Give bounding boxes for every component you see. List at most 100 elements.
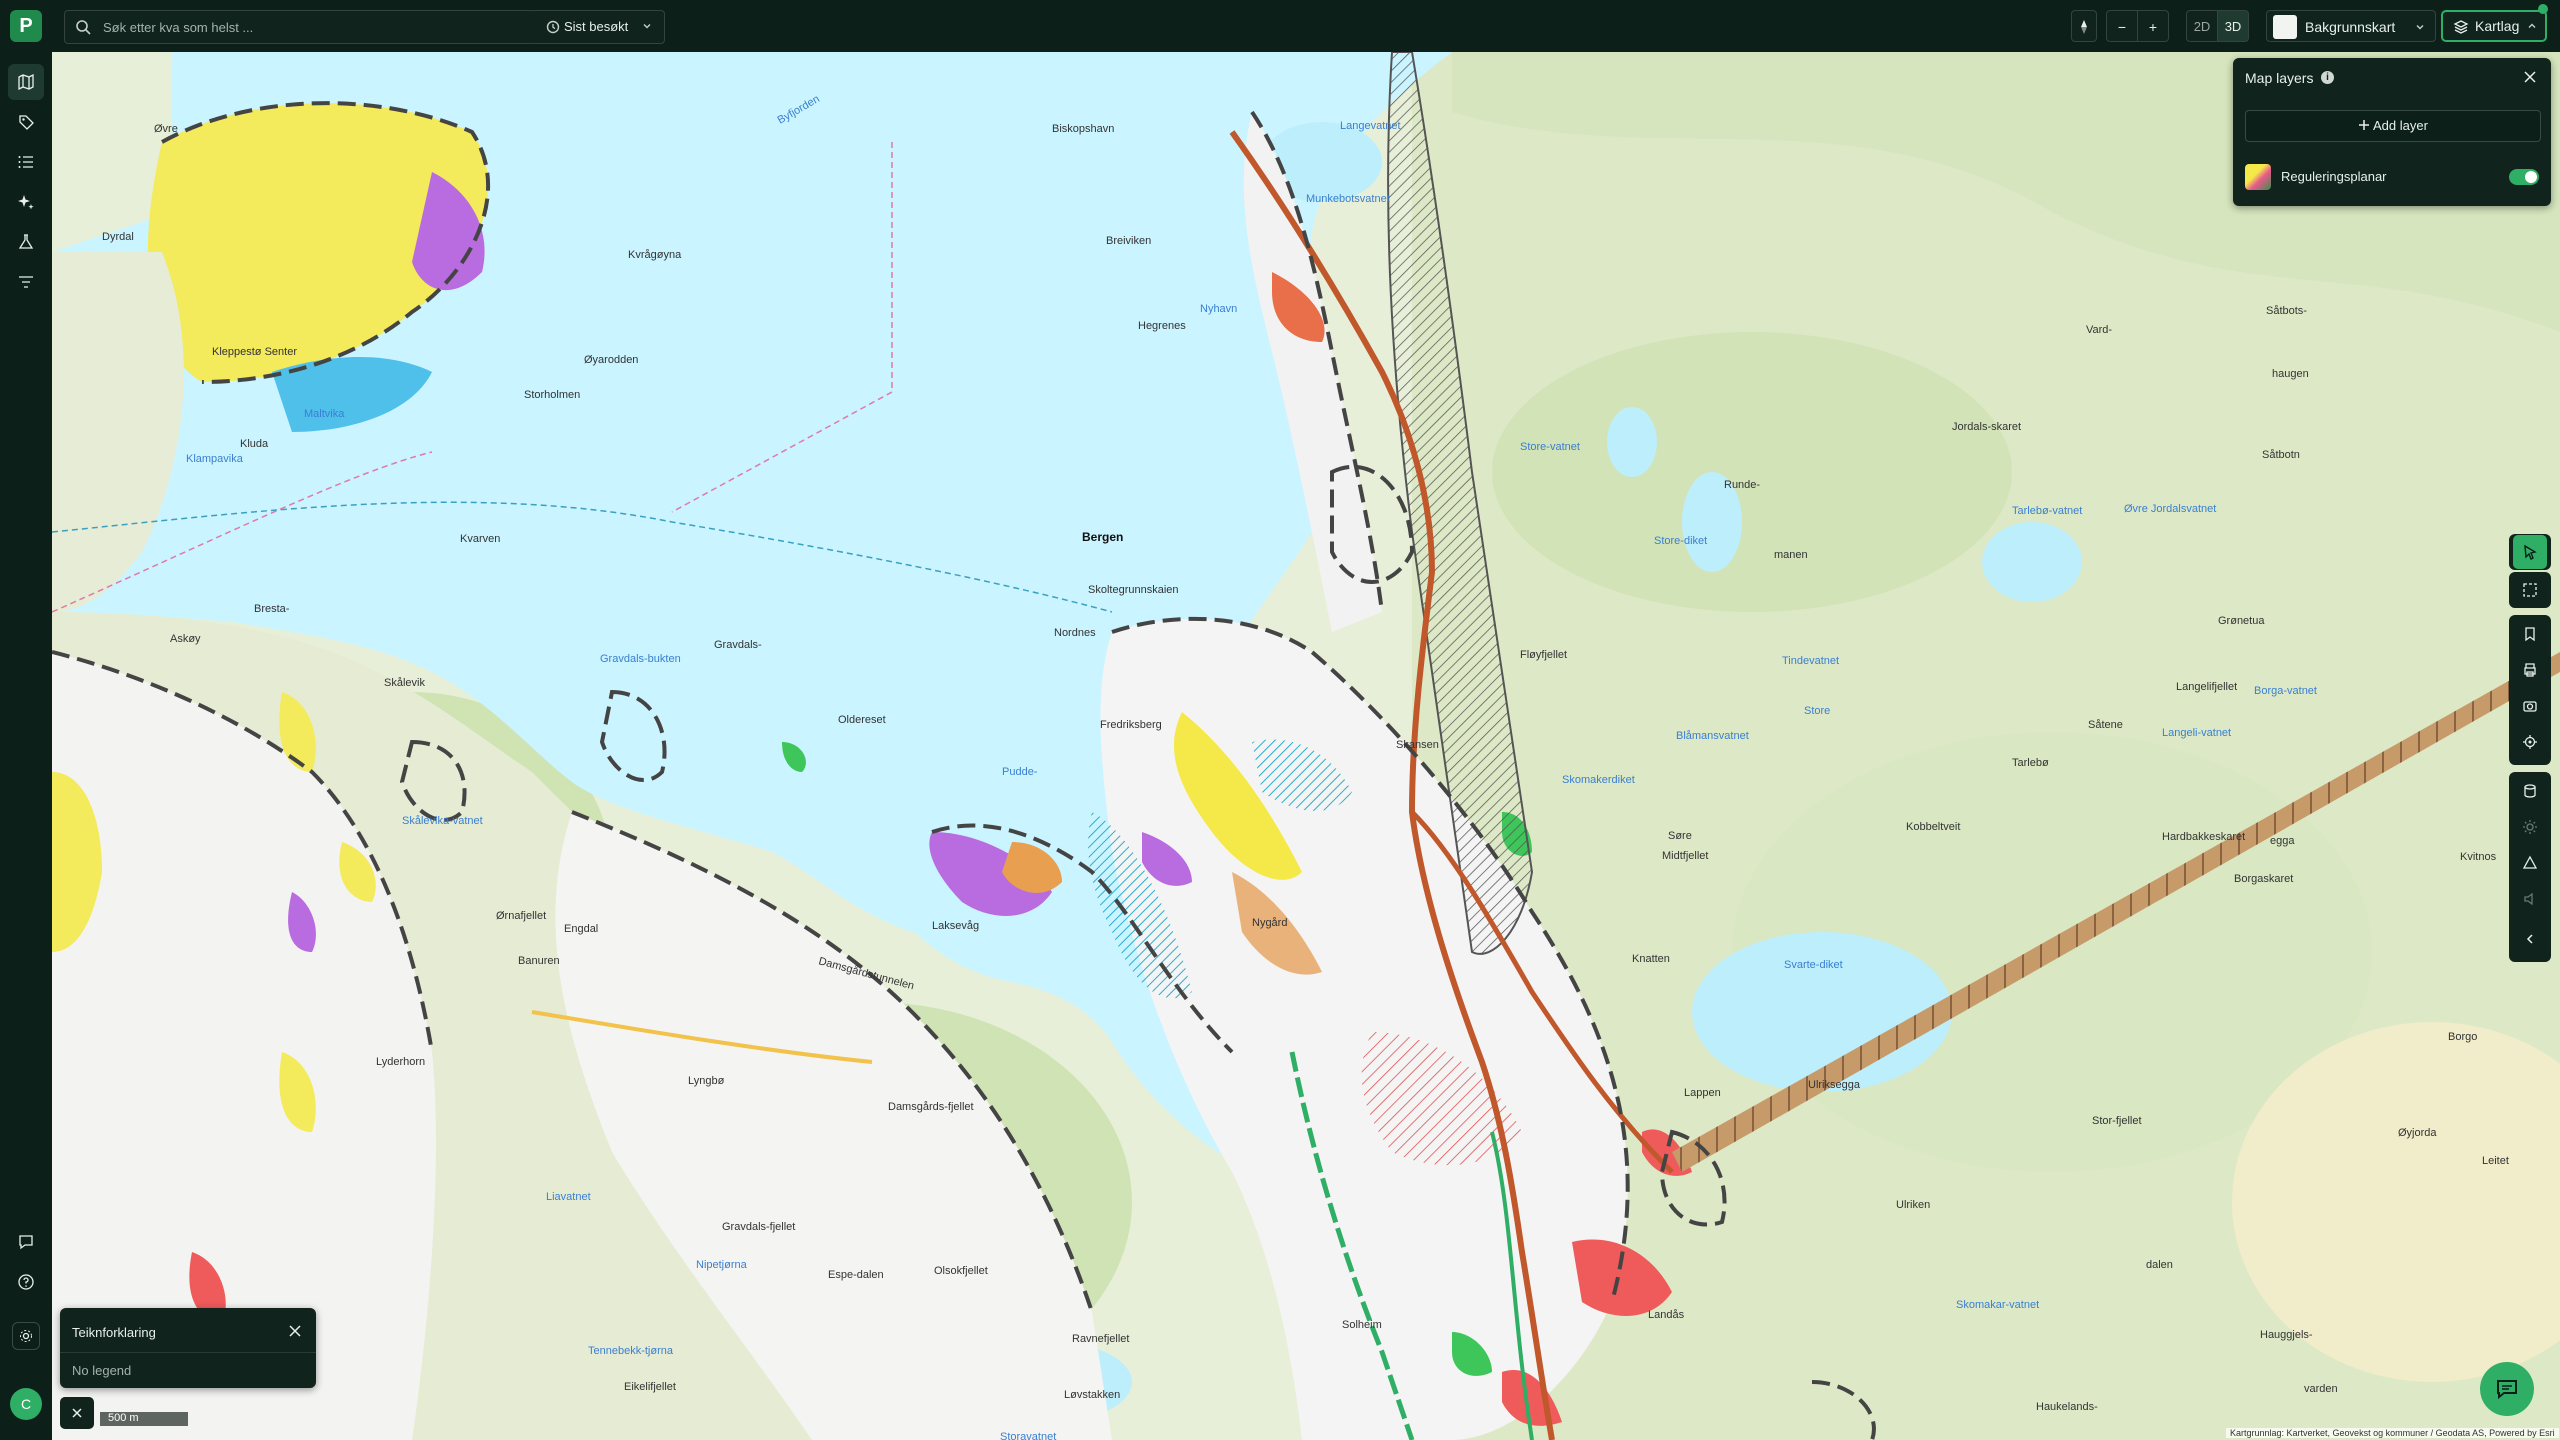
map-label: Nyhavn — [1200, 303, 1237, 315]
map-label: Fløyfjellet — [1520, 649, 1567, 661]
zoom-out-button[interactable]: − — [2106, 10, 2138, 42]
zoom-in-button[interactable]: + — [2137, 10, 2169, 42]
map-label: Såtbotn — [2262, 449, 2300, 461]
map-label: Løvstakken — [1064, 1389, 1120, 1401]
map-label: Espe-dalen — [828, 1269, 884, 1281]
tag-icon — [19, 115, 34, 130]
screenshot-button[interactable] — [2513, 689, 2547, 723]
map-label: Skomakar-vatnet — [1956, 1299, 2039, 1311]
map-label: Skålevik — [384, 677, 425, 689]
map-label: Langeli-vatnet — [2162, 727, 2231, 739]
map-label: Ulriksegga — [1808, 1079, 1861, 1091]
view-2d-button[interactable]: 2D — [2186, 10, 2218, 42]
chevron-down-icon — [643, 24, 651, 29]
nav-ai-button[interactable] — [8, 184, 44, 220]
map-view[interactable]: Bergen Byfjorden Kvarven Nordnes Skolteg… — [52, 52, 2560, 1440]
nav-filter-button[interactable] — [8, 264, 44, 300]
locate-button[interactable] — [2513, 725, 2547, 759]
select-box-icon — [2523, 583, 2537, 597]
map-label: Skoltegrunnskaien — [1088, 584, 1179, 596]
close-icon[interactable] — [286, 1322, 304, 1340]
layers-count-badge — [2538, 4, 2548, 14]
map-label: Klampavika — [186, 453, 244, 465]
pointer-tool-button[interactable] — [2513, 535, 2547, 569]
layers-panel-title: Map layers — [2245, 70, 2314, 86]
map-label: Såtbots- — [2266, 305, 2307, 317]
search-box[interactable] — [64, 10, 536, 44]
layer-row[interactable]: Reguleringsplanar — [2245, 162, 2539, 192]
compass-icon — [2081, 20, 2087, 34]
user-avatar[interactable]: C — [10, 1388, 42, 1420]
nav-feedback-button[interactable] — [8, 1224, 44, 1260]
filter-icon — [19, 276, 33, 288]
feedback-icon — [19, 1235, 33, 1250]
nav-help-button[interactable] — [8, 1264, 44, 1300]
map-label: Breiviken — [1106, 235, 1151, 247]
legend-title: Teiknforklaring — [72, 1325, 156, 1340]
map-label: Kobbeltveit — [1906, 821, 1960, 833]
bookmark-icon — [2525, 627, 2535, 642]
measure-icon — [2522, 855, 2538, 869]
bookmark-button[interactable] — [2513, 617, 2547, 651]
sun-button[interactable] — [2513, 810, 2547, 844]
collapse-tools-button[interactable] — [2513, 922, 2547, 956]
locate-icon — [2523, 735, 2537, 749]
map-label: Bergen — [1082, 530, 1123, 544]
area-select-button[interactable] — [2513, 573, 2547, 607]
compass-button[interactable] — [2071, 10, 2097, 42]
search-input[interactable] — [101, 11, 525, 43]
app-logo[interactable]: P — [10, 10, 42, 42]
recent-label: Sist besøkt — [564, 19, 629, 34]
info-icon[interactable]: i — [2321, 71, 2334, 84]
map-label: Storholmen — [524, 389, 580, 401]
map-label: Kleppestø Senter — [212, 346, 297, 358]
map-label: Fredriksberg — [1100, 719, 1162, 731]
map-label: Stor-fjellet — [2092, 1115, 2142, 1127]
layer-visibility-toggle[interactable] — [2509, 169, 2539, 185]
map-label: Skansen — [1396, 739, 1439, 751]
map-canvas[interactable]: Bergen Byfjorden Kvarven Nordnes Skolteg… — [52, 52, 2560, 1440]
flask-icon — [18, 234, 34, 249]
basemap-button[interactable]: Bakgrunnskart — [2266, 10, 2436, 42]
nav-list-button[interactable] — [8, 144, 44, 180]
nav-tag-button[interactable] — [8, 104, 44, 140]
layers-button[interactable]: Kartlag — [2441, 10, 2547, 42]
map-label: Ulriken — [1896, 1199, 1930, 1211]
map-label: Store-diket — [1654, 535, 1707, 547]
chat-button[interactable] — [2480, 1362, 2534, 1416]
camera-icon — [2523, 701, 2537, 712]
map-label: egga — [2270, 835, 2295, 847]
sound-button[interactable] — [2513, 882, 2547, 916]
list-icon — [18, 156, 33, 168]
map-label: Nordnes — [1054, 627, 1096, 639]
layers-label: Kartlag — [2475, 18, 2520, 34]
chevron-up-icon — [2528, 23, 2536, 28]
legend-toggle-button[interactable] — [60, 1397, 94, 1429]
recent-button[interactable]: Sist besøkt — [534, 10, 665, 44]
map-label: varden — [2304, 1383, 2338, 1395]
add-layer-button[interactable]: Add layer — [2245, 110, 2541, 142]
map-label: Oldereset — [838, 714, 886, 726]
nav-map-button[interactable] — [8, 64, 44, 100]
close-icon[interactable] — [2521, 68, 2539, 86]
map-label: Hauggjels- — [2260, 1329, 2313, 1341]
map-label: Ørnafjellet — [496, 910, 546, 922]
nav-analysis-button[interactable] — [8, 224, 44, 260]
map-label: Lyderhorn — [376, 1056, 425, 1068]
print-button[interactable] — [2513, 653, 2547, 687]
chat-icon — [2497, 1380, 2517, 1400]
view-3d-button[interactable]: 3D — [2217, 10, 2249, 42]
map-label: Nipetjørna — [696, 1259, 748, 1271]
layer-manager-button[interactable] — [2513, 774, 2547, 808]
map-label: Borga-vatnet — [2254, 685, 2317, 697]
help-icon — [18, 1274, 34, 1290]
map-label: Midtfjellet — [1662, 850, 1708, 862]
map-label: Tarlebø-vatnet — [2012, 505, 2082, 517]
measure-tools-group — [2509, 772, 2551, 962]
measure-button[interactable] — [2513, 846, 2547, 880]
map-label: Storavatnet — [1000, 1431, 1056, 1440]
map-label: Maltvika — [304, 408, 345, 420]
nav-settings-button[interactable] — [12, 1322, 40, 1350]
map-label: Såtene — [2088, 719, 2123, 731]
map-label: Laksevåg — [932, 920, 979, 932]
